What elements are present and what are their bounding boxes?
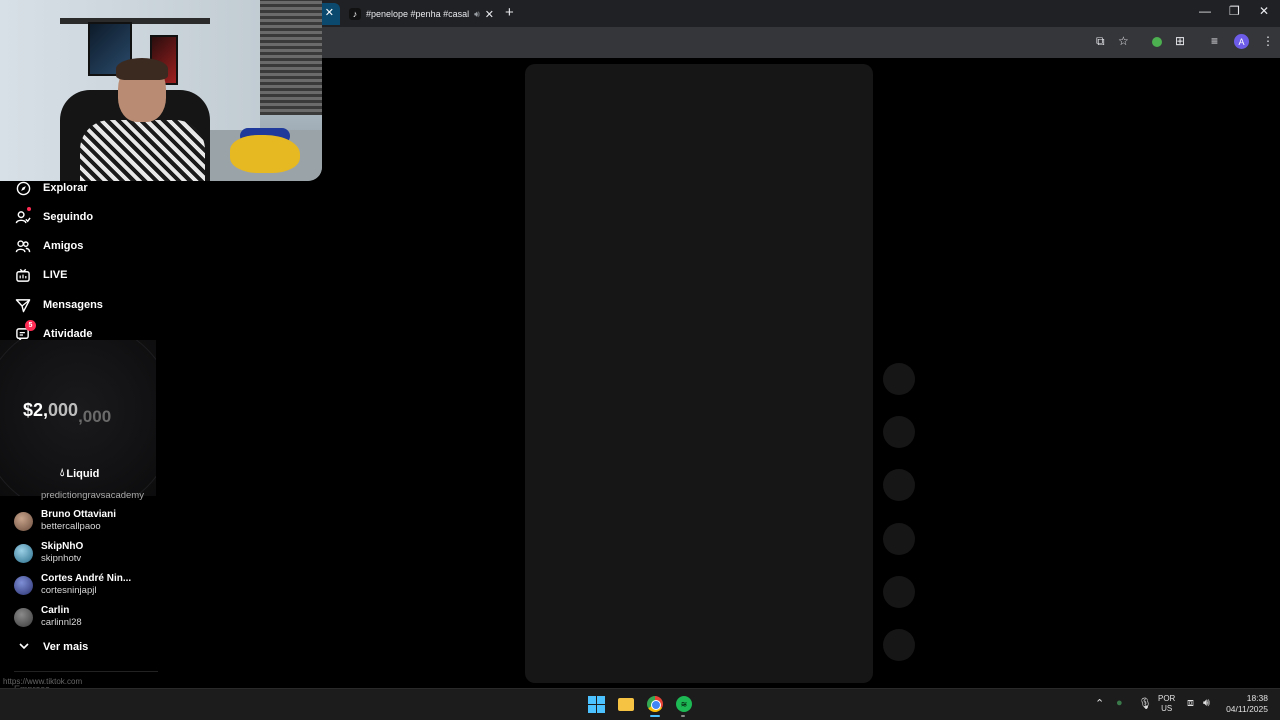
account-name: Carlin bbox=[41, 605, 70, 616]
speaker-icon[interactable]: 🔊︎ bbox=[474, 9, 480, 20]
media-controls-icon[interactable]: ≡ bbox=[1211, 34, 1218, 48]
nav-explorar[interactable]: Explorar bbox=[15, 180, 88, 196]
chrome-icon[interactable] bbox=[645, 694, 665, 714]
tray-app-icon[interactable]: ● bbox=[1116, 697, 1123, 709]
ad-amount-main: $2, bbox=[23, 400, 49, 420]
webcam-window-blind bbox=[260, 0, 322, 115]
tiktok-favicon-icon: ♪ bbox=[349, 8, 361, 20]
webcam-person-hair bbox=[116, 58, 168, 80]
nav-amigos[interactable]: Amigos bbox=[15, 238, 83, 254]
network-icon[interactable]: ⧈ bbox=[1187, 697, 1194, 710]
window-close-icon[interactable]: ✕ bbox=[1259, 4, 1269, 18]
clock-time: 18:38 bbox=[1246, 693, 1268, 703]
nav-label: Amigos bbox=[43, 240, 84, 252]
keyboard-language[interactable]: POR US bbox=[1158, 694, 1175, 714]
running-app-indicator bbox=[681, 715, 685, 717]
compass-icon bbox=[15, 180, 31, 196]
account-username: bettercallpaoo bbox=[41, 521, 101, 532]
webcam-plush-toy bbox=[230, 135, 300, 173]
windows-start-icon[interactable] bbox=[586, 694, 606, 714]
close-tab-icon[interactable]: ✕ bbox=[325, 6, 334, 19]
account-username: cortesninjapjl bbox=[41, 585, 97, 596]
language-code: POR bbox=[1158, 694, 1176, 703]
tray-chevron-up-icon[interactable]: ⌃ bbox=[1095, 697, 1104, 710]
ad-brand-label: Liquid bbox=[66, 467, 100, 480]
music-disc-button[interactable] bbox=[883, 629, 915, 661]
install-app-icon[interactable]: ⧉ bbox=[1096, 34, 1105, 49]
friends-icon bbox=[15, 238, 31, 254]
see-more-button[interactable]: Ver mais bbox=[19, 641, 88, 653]
extension-icon[interactable] bbox=[1152, 37, 1162, 47]
share-button[interactable] bbox=[883, 576, 915, 608]
webcam-shelf bbox=[60, 18, 210, 24]
nav-label: Explorar bbox=[43, 182, 88, 194]
account-name: Bruno Ottaviani bbox=[41, 509, 117, 520]
nav-label: Mensagens bbox=[43, 299, 103, 311]
clock-date: 04/11/2025 bbox=[1226, 704, 1268, 714]
live-icon bbox=[15, 267, 31, 283]
system-clock[interactable]: 18:38 04/11/2025 bbox=[1224, 693, 1268, 715]
account-item[interactable]: SkipNhO skipnhotv bbox=[14, 541, 83, 565]
like-button[interactable] bbox=[883, 416, 915, 448]
nav-label: Seguindo bbox=[43, 211, 94, 223]
account-item[interactable]: Carlin carlinnl28 bbox=[14, 605, 82, 629]
video-player[interactable] bbox=[525, 64, 873, 683]
account-username: carlinnl28 bbox=[41, 617, 82, 628]
following-icon bbox=[15, 207, 31, 225]
account-item[interactable]: Cortes André Nin... cortesninjapjl bbox=[14, 573, 131, 597]
restore-icon[interactable]: ❐ bbox=[1229, 4, 1240, 18]
sidebar-divider bbox=[14, 671, 158, 672]
status-bar-url: https://www.tiktok.com bbox=[3, 677, 83, 686]
volume-icon[interactable]: 🔊︎ bbox=[1203, 697, 1210, 710]
ad-amount-mid: 000 bbox=[48, 400, 79, 420]
droplet-icon: 💧︎ bbox=[60, 467, 65, 479]
new-tab-button[interactable]: + bbox=[505, 4, 514, 21]
account-item[interactable]: Bruno Ottaviani bettercallpaoo bbox=[14, 509, 116, 533]
file-explorer-icon[interactable] bbox=[616, 694, 636, 714]
windows-taskbar bbox=[0, 688, 1280, 720]
minimize-icon[interactable]: — bbox=[1199, 4, 1211, 18]
avatar bbox=[14, 607, 33, 627]
ad-card[interactable]: $2,000,000 💧︎ Liquid bbox=[0, 340, 156, 496]
avatar bbox=[14, 575, 33, 595]
webcam-person-shirt bbox=[80, 120, 205, 181]
activity-badge: 5 bbox=[25, 320, 36, 331]
nav-mensagens[interactable]: Mensagens bbox=[15, 297, 103, 313]
nav-seguindo[interactable]: Seguindo bbox=[15, 207, 94, 225]
account-name: SkipNhO bbox=[41, 541, 84, 552]
nav-label: Atividade bbox=[43, 328, 93, 340]
send-icon bbox=[15, 297, 31, 313]
microphone-icon[interactable]: 🎙︎ bbox=[1138, 697, 1152, 710]
account-name: Cortes André Nin... bbox=[41, 573, 132, 584]
ad-amount-tail: ,000 bbox=[78, 407, 112, 426]
menu-dots-icon[interactable]: ⋮ bbox=[1262, 34, 1274, 48]
tab-title: #penelope #penha #casal # bbox=[366, 9, 470, 19]
webcam-overlay bbox=[0, 0, 322, 181]
save-button[interactable] bbox=[883, 523, 915, 555]
profile-avatar-icon[interactable]: A bbox=[1234, 34, 1249, 49]
chevron-down-icon bbox=[19, 641, 29, 653]
spotify-icon[interactable]: ≋ bbox=[674, 694, 694, 714]
avatar bbox=[14, 511, 33, 531]
ad-amount: $2,000,000 bbox=[23, 400, 111, 426]
bookmark-star-icon[interactable]: ☆ bbox=[1118, 34, 1129, 48]
extensions-puzzle-icon[interactable]: ⊞ bbox=[1175, 34, 1185, 48]
screen: ✕ ♪ #penelope #penha #casal # 🔊︎ ✕ + — ❐… bbox=[0, 0, 1280, 720]
account-username-partial: predictiongravsacademy bbox=[41, 490, 144, 501]
nav-live[interactable]: LIVE bbox=[15, 267, 67, 283]
account-username: skipnhotv bbox=[41, 553, 82, 564]
avatar-action-button[interactable] bbox=[883, 363, 915, 395]
comment-button[interactable] bbox=[883, 469, 915, 501]
active-app-indicator bbox=[650, 715, 660, 717]
keyboard-layout: US bbox=[1161, 704, 1173, 713]
notification-dot bbox=[27, 207, 31, 211]
avatar bbox=[14, 543, 33, 563]
nav-label: LIVE bbox=[43, 269, 68, 281]
browser-tab-active[interactable]: ♪ #penelope #penha #casal # 🔊︎ ✕ bbox=[343, 3, 500, 25]
ad-brand: 💧︎ Liquid bbox=[60, 467, 99, 480]
close-tab-icon[interactable]: ✕ bbox=[485, 8, 494, 21]
see-more-label: Ver mais bbox=[43, 641, 89, 653]
